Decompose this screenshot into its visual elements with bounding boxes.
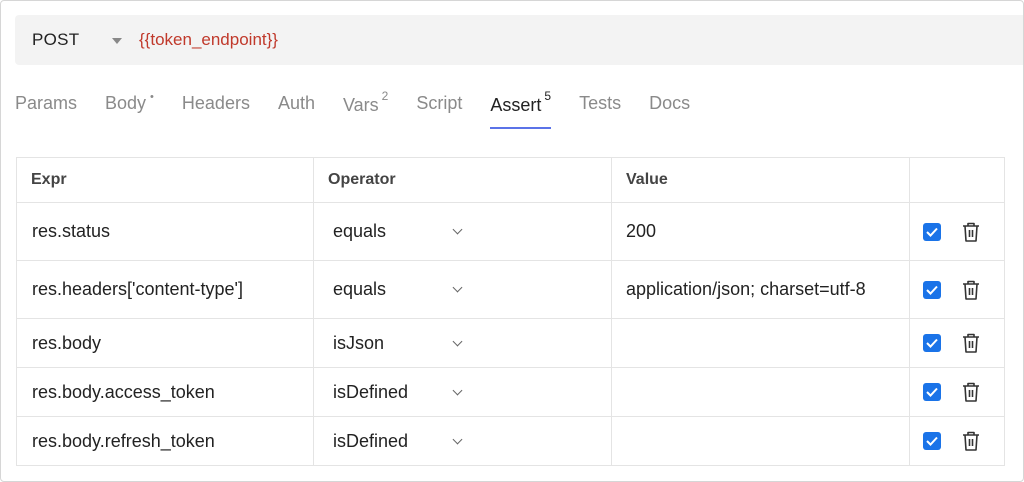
operator-select[interactable]: isDefined (313, 367, 612, 417)
operator-select[interactable]: equals (313, 260, 612, 319)
tab-label: Params (15, 93, 78, 113)
trash-icon[interactable] (961, 430, 981, 452)
table-row: res.headers['content-type'] equals appli… (16, 260, 1005, 319)
operator-value: isDefined (333, 381, 409, 402)
table-row: res.status equals 200 (16, 202, 1005, 261)
column-header-actions (909, 157, 1005, 203)
row-actions (909, 260, 1005, 319)
chevron-down-icon[interactable] (452, 336, 463, 346)
tab-label: Headers (181, 93, 250, 113)
table-header-row: Expr Operator Value (16, 157, 1005, 203)
enabled-checkbox[interactable] (923, 334, 941, 352)
value-cell[interactable] (611, 416, 910, 466)
checkmark-icon (926, 338, 938, 348)
chevron-down-icon[interactable] (452, 224, 463, 235)
tab-docs[interactable]: Docs (649, 87, 690, 129)
tab-label: Vars (342, 95, 379, 115)
row-actions (909, 318, 1005, 368)
checkmark-icon (926, 436, 938, 446)
expr-cell[interactable]: res.body (16, 318, 314, 368)
assert-panel: POST {{token_endpoint}} Params Body • Hea… (0, 0, 1024, 482)
assertions-table: Expr Operator Value res.status equals 20… (16, 157, 1005, 466)
operator-select[interactable]: equals (313, 202, 612, 261)
chevron-down-icon[interactable] (452, 282, 463, 293)
trash-icon[interactable] (961, 279, 981, 301)
row-actions (909, 367, 1005, 417)
chevron-down-icon[interactable] (452, 434, 463, 444)
value-cell[interactable] (611, 318, 910, 368)
operator-value: isDefined (333, 430, 409, 451)
tab-label: Docs (649, 93, 691, 113)
column-header-operator: Operator (313, 157, 612, 203)
operator-value: equals (333, 279, 387, 299)
tab-params[interactable]: Params (15, 87, 77, 129)
tab-headers[interactable]: Headers (182, 87, 250, 129)
tab-label: Body (105, 93, 147, 113)
row-actions (909, 202, 1005, 261)
checkmark-icon (926, 387, 938, 397)
column-header-expr: Expr (16, 157, 314, 203)
tab-label: Auth (277, 93, 315, 113)
enabled-checkbox[interactable] (923, 222, 941, 241)
enabled-checkbox[interactable] (923, 432, 941, 450)
row-actions (909, 416, 1005, 466)
table-row: res.body isJson (16, 318, 1005, 368)
tab-count-badge: 5 (544, 89, 552, 103)
body-indicator-dot: • (150, 91, 154, 103)
checkmark-icon (926, 285, 938, 295)
tab-tests[interactable]: Tests (579, 87, 621, 129)
trash-icon[interactable] (961, 381, 981, 403)
checkmark-icon (926, 227, 938, 237)
trash-icon[interactable] (961, 332, 981, 354)
tab-assert[interactable]: Assert 5 (490, 87, 551, 129)
enabled-checkbox[interactable] (923, 280, 941, 299)
url-input[interactable]: {{token_endpoint}} (139, 30, 278, 50)
column-header-value: Value (611, 157, 910, 203)
enabled-checkbox[interactable] (923, 383, 941, 401)
trash-icon[interactable] (961, 221, 981, 243)
value-cell[interactable]: 200 (611, 202, 910, 261)
tab-label: Script (416, 93, 463, 113)
operator-value: isJson (333, 332, 385, 353)
request-tabs: Params Body • Headers Auth Vars 2 Script A… (15, 87, 718, 129)
method-selector[interactable]: POST (32, 30, 114, 50)
expr-cell[interactable]: res.status (16, 202, 314, 261)
chevron-down-icon[interactable] (452, 385, 463, 395)
operator-select[interactable]: isDefined (313, 416, 612, 466)
operator-value: equals (333, 221, 387, 241)
tab-label: Assert (490, 95, 542, 115)
table-row: res.body.access_token isDefined (16, 367, 1005, 417)
expr-cell[interactable]: res.body.access_token (16, 367, 314, 417)
tab-vars[interactable]: Vars 2 (343, 87, 388, 129)
tab-count-badge: 2 (381, 89, 389, 103)
tab-auth[interactable]: Auth (278, 87, 315, 129)
value-cell[interactable]: application/json; charset=utf-8 (611, 260, 910, 319)
expr-cell[interactable]: res.body.refresh_token (16, 416, 314, 466)
caret-down-icon[interactable] (112, 38, 122, 44)
expr-cell[interactable]: res.headers['content-type'] (16, 260, 314, 319)
request-url-bar: POST {{token_endpoint}} (15, 15, 1023, 65)
value-cell[interactable] (611, 367, 910, 417)
tab-script[interactable]: Script (416, 87, 462, 129)
table-row: res.body.refresh_token isDefined (16, 416, 1005, 466)
tab-label: Tests (579, 93, 622, 113)
tab-body[interactable]: Body • (105, 87, 154, 129)
operator-select[interactable]: isJson (313, 318, 612, 368)
